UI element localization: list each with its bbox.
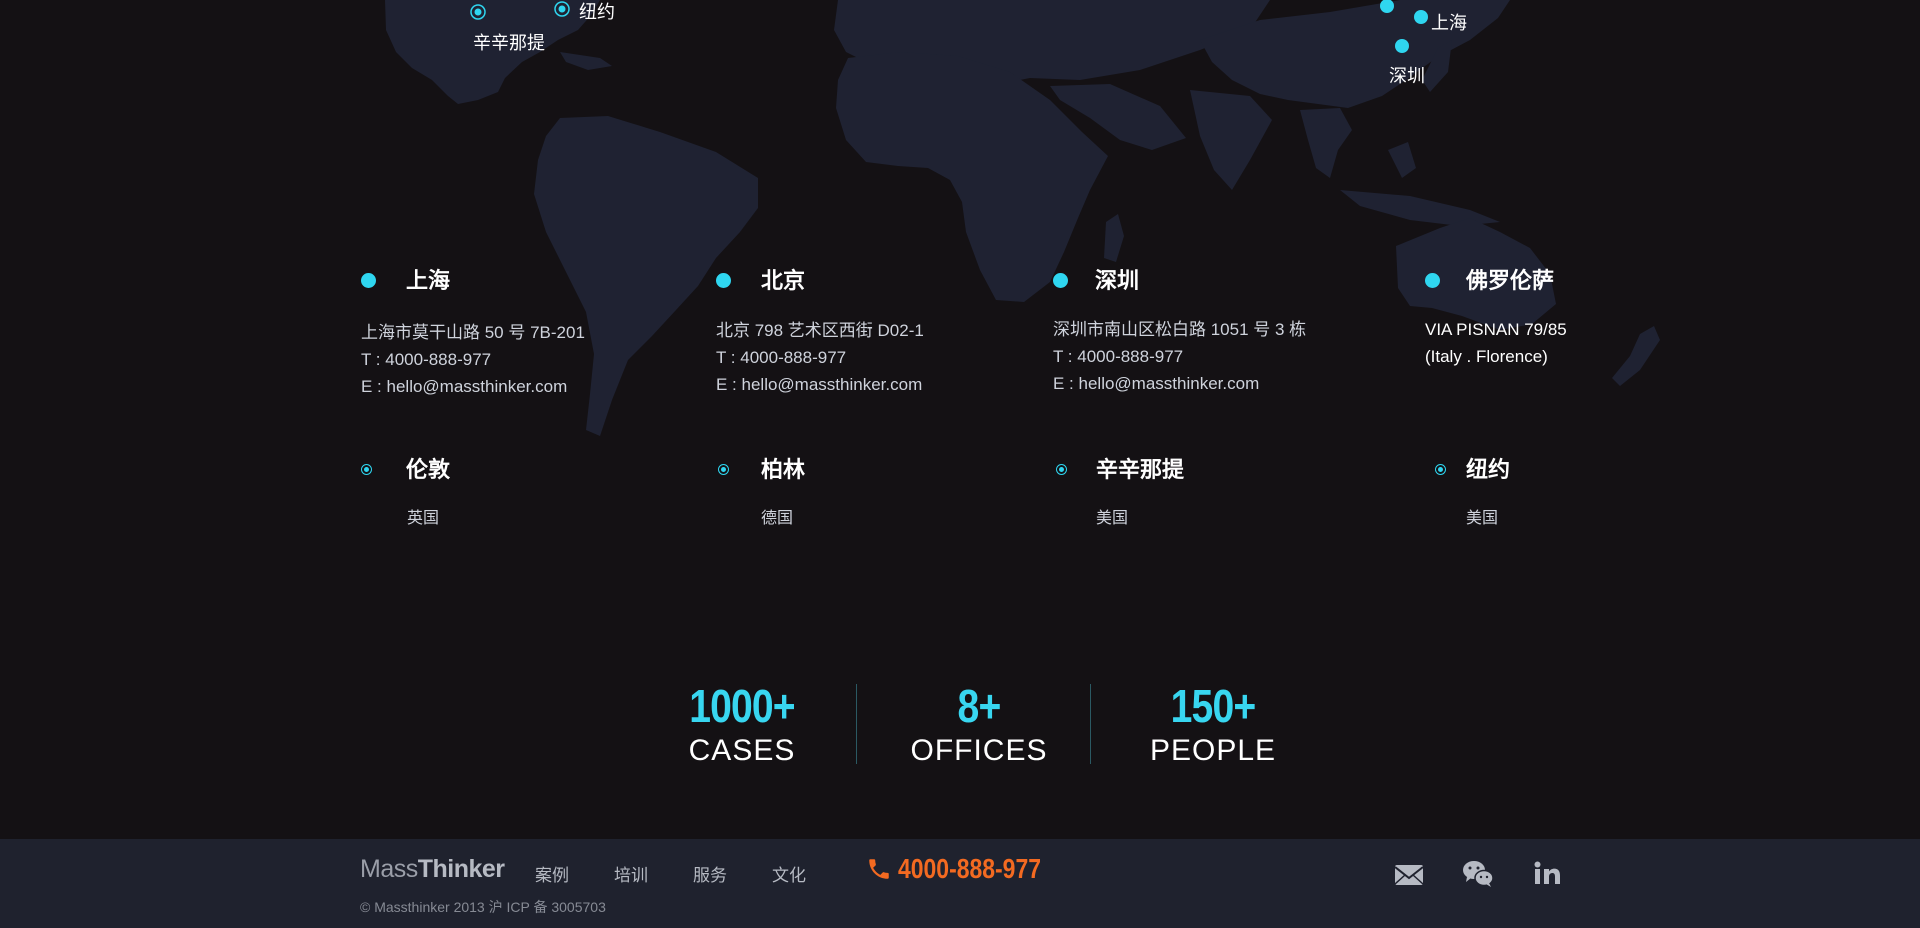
footer-nav-services[interactable]: 服务: [693, 861, 727, 886]
office-city: 柏林: [761, 457, 806, 482]
office-address-line: (Italy . Florence): [1425, 347, 1548, 366]
footer-nav-cases[interactable]: 案例: [535, 861, 569, 886]
office-country: 美国: [1096, 510, 1129, 527]
office-country: 美国: [1466, 510, 1499, 527]
stat-cases: 1000+ CASES: [652, 678, 832, 768]
footer-logo[interactable]: MassThinker: [360, 855, 505, 884]
map-label-cincinnati: 辛辛那提: [473, 33, 545, 53]
footer: MassThinker 案例 培训 服务 文化 4000-888-977 © M…: [0, 839, 1920, 928]
office-address-line: 上海市莫干山路 50 号 7B-201: [361, 323, 585, 342]
office-phone: T : 4000-888-977: [716, 348, 847, 367]
office-address: 上海市莫干山路 50 号 7B-201 T : 4000-888-977 E :…: [361, 319, 585, 400]
office-dot-icon: [1425, 273, 1440, 288]
map-label-shanghai: 上海: [1431, 13, 1467, 33]
stat-people: 150+ PEOPLE: [1123, 678, 1303, 768]
stat-divider: [1090, 684, 1091, 764]
office-city: 北京: [761, 268, 806, 293]
office-address-line: 深圳市南山区松白路 1051 号 3 栋: [1053, 320, 1307, 339]
stat-divider: [856, 684, 857, 764]
office-city: 深圳: [1095, 268, 1140, 293]
stat-label: CASES: [688, 734, 796, 767]
footer-phone-number: 4000-888-977: [898, 853, 1042, 884]
office-country: 英国: [407, 510, 440, 527]
stat-label: PEOPLE: [1149, 734, 1277, 767]
office-ring-icon: [1435, 464, 1446, 475]
linkedin-icon[interactable]: [1530, 857, 1564, 891]
phone-icon: [869, 859, 889, 879]
map-label-newyork: 纽约: [579, 2, 615, 22]
office-city: 辛辛那提: [1096, 457, 1185, 482]
footer-nav-culture[interactable]: 文化: [772, 861, 806, 886]
logo-text-light: Mass: [360, 855, 418, 883]
office-email[interactable]: E : hello@massthinker.com: [716, 371, 924, 398]
stat-label: OFFICES: [910, 734, 1048, 767]
office-dot-icon: [716, 273, 731, 288]
map-label-shenzhen: 深圳: [1389, 66, 1425, 86]
office-ring-icon: [718, 464, 729, 475]
office-dot-icon: [361, 273, 376, 288]
stat-value: 150+: [1170, 680, 1257, 732]
office-dot-icon: [1053, 273, 1068, 288]
office-phone: T : 4000-888-977: [1053, 347, 1184, 366]
office-city: 上海: [406, 268, 451, 293]
map-marker-shenzhen: [1395, 39, 1409, 53]
office-address: 北京 798 艺术区西街 D02-1 T : 4000-888-977 E : …: [716, 317, 924, 398]
stat-value: 8+: [957, 680, 1002, 732]
wechat-icon[interactable]: [1459, 857, 1497, 891]
office-email[interactable]: E : hello@massthinker.com: [1053, 370, 1306, 397]
mail-icon[interactable]: [1392, 857, 1426, 891]
office-address-line: 北京 798 艺术区西街 D02-1: [716, 321, 924, 340]
footer-copyright: © Massthinker 2013 沪 ICP 备 3005703: [360, 899, 606, 915]
map-marker-shanghai: [1414, 10, 1428, 24]
office-phone: T : 4000-888-977: [361, 350, 492, 369]
world-map: [385, 0, 1660, 436]
stat-value: 1000+: [689, 680, 795, 732]
office-address: 深圳市南山区松白路 1051 号 3 栋 T : 4000-888-977 E …: [1053, 316, 1306, 397]
stat-offices: 8+ OFFICES: [889, 678, 1069, 768]
office-city: 佛罗伦萨: [1466, 268, 1555, 293]
footer-phone[interactable]: 4000-888-977: [866, 853, 1073, 885]
office-address: VIA PISNAN 79/85 (Italy . Florence): [1425, 316, 1567, 370]
footer-nav-training[interactable]: 培训: [614, 861, 648, 886]
office-ring-icon: [1056, 464, 1067, 475]
logo-text-bold: Thinker: [417, 855, 505, 883]
office-city: 纽约: [1466, 457, 1511, 482]
office-city: 伦敦: [406, 457, 451, 482]
office-ring-icon: [361, 464, 372, 475]
office-address-line: VIA PISNAN 79/85: [1425, 320, 1567, 339]
office-country: 德国: [761, 510, 794, 527]
office-email[interactable]: E : hello@massthinker.com: [361, 373, 585, 400]
